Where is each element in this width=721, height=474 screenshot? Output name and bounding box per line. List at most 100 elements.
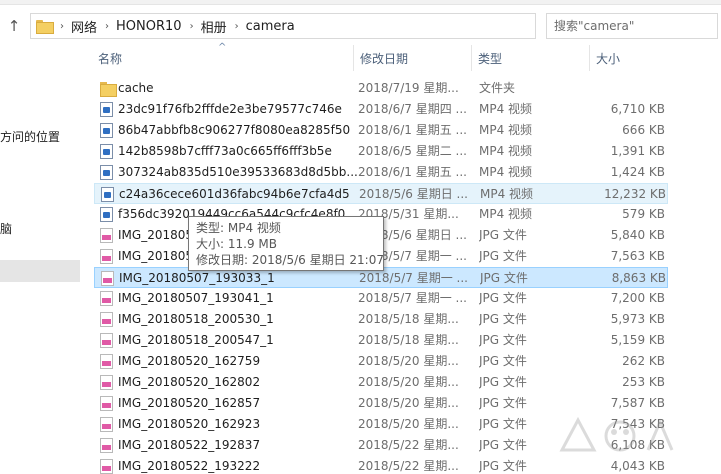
file-name: IMG_20180507_193041_1 [118, 291, 274, 305]
file-type: 文件夹 [479, 81, 516, 95]
file-date: 2018/5/22 星期... [358, 459, 459, 473]
file-name: c24a36cece601d36fabc94b6e7cfa4d5 [119, 187, 350, 201]
file-type: MP4 视频 [479, 207, 533, 221]
video-file-icon [101, 187, 114, 202]
chevron-right-icon[interactable]: › [235, 21, 239, 32]
file-type: MP4 视频 [480, 187, 534, 201]
search-input[interactable]: 搜索"camera" [546, 13, 718, 39]
file-type: JPG 文件 [479, 375, 527, 389]
file-name: cache [118, 81, 154, 95]
file-size: 5,159 KB [610, 333, 665, 347]
file-name: IMG_20180522_192837 [118, 438, 261, 452]
breadcrumb-network[interactable]: 网络 [71, 17, 97, 36]
file-type: MP4 视频 [479, 123, 533, 137]
file-row[interactable]: 86b47abbfb8c906277f8080ea8285f50 2018/6/1… [94, 120, 668, 141]
tooltip-date: 修改日期: 2018/5/6 星期日 21:07 [196, 253, 384, 267]
file-size: 7,587 KB [610, 396, 665, 410]
file-type: MP4 视频 [479, 144, 533, 158]
file-row[interactable]: IMG_20180520_162857 2018/5/20 星期... JPG 文件… [94, 393, 668, 414]
file-name: IMG_20180520_162857 [118, 396, 261, 410]
file-row[interactable]: 307324ab835d510e39533683d8d5bb... 2018/6/… [94, 162, 668, 183]
nav-item-selected[interactable] [0, 260, 80, 282]
video-file-icon [100, 144, 113, 159]
file-row[interactable]: 142b8598b7cfff73a0c665ff6fff3b5e 2018/6/5… [94, 141, 668, 162]
file-row[interactable]: IMG_20180518_200547_1 2018/5/18 星期... JPG … [94, 330, 668, 351]
breadcrumb-camera[interactable]: camera [246, 19, 295, 34]
address-bar[interactable]: › 网络 › HONOR10 › 相册 › camera [30, 13, 536, 39]
file-date: 2018/5/18 星期... [358, 333, 459, 347]
column-name[interactable]: 名称 [92, 45, 354, 71]
column-size[interactable]: 大小 [590, 45, 670, 71]
file-name: IMG_20180522_193222 [118, 459, 261, 473]
toolbar-remnant [0, 0, 721, 5]
file-type: MP4 视频 [479, 102, 533, 116]
file-row[interactable]: IMG_20180518_200530_1 2018/5/18 星期... JPG … [94, 309, 668, 330]
file-date: 2018/5/20 星期... [358, 417, 459, 431]
nav-item-recent-places[interactable]: 方问的位置 [0, 128, 60, 145]
file-type: JPG 文件 [479, 459, 527, 473]
file-row[interactable]: IMG_20180507_193041_1 2018/5/7 星期一 ... JPG… [94, 288, 668, 309]
tooltip-type: 类型: MP4 视频 [196, 221, 281, 235]
navigation-pane: 方问的位置 脑 [0, 45, 80, 474]
file-size: 1,391 KB [610, 144, 665, 158]
scroll-area[interactable] [705, 71, 721, 474]
file-date: 2018/5/18 星期... [358, 312, 459, 326]
file-date: 2018/5/6 星期日 ... [359, 187, 468, 201]
file-date: 2018/5/20 星期... [358, 396, 459, 410]
file-size: 8,863 KB [611, 271, 666, 285]
file-size: 666 KB [622, 123, 665, 137]
chevron-right-icon[interactable]: › [190, 21, 194, 32]
chevron-right-icon[interactable]: › [105, 21, 109, 32]
address-row: ↑ › 网络 › HONOR10 › 相册 › camera 搜索"camera… [0, 7, 721, 45]
file-date: 2018/5/7 星期一 ... [358, 291, 467, 305]
file-type: MP4 视频 [479, 165, 533, 179]
file-size: 6,710 KB [610, 102, 665, 116]
file-row[interactable]: IMG_20180520_162923 2018/5/20 星期... JPG 文件… [94, 414, 668, 435]
breadcrumb-album[interactable]: 相册 [201, 17, 227, 36]
nav-item-computer[interactable]: 脑 [0, 220, 12, 237]
file-row[interactable]: IMG_20180520_162802 2018/5/20 星期... JPG 文件… [94, 372, 668, 393]
image-file-icon [100, 249, 113, 264]
file-date: 2018/5/20 星期... [358, 375, 459, 389]
file-date: 2018/6/7 星期四 ... [358, 102, 467, 116]
file-type: JPG 文件 [479, 312, 527, 326]
up-arrow-icon[interactable]: ↑ [4, 16, 24, 36]
file-size: 7,200 KB [610, 291, 665, 305]
image-file-icon [100, 438, 113, 453]
folder-icon [100, 81, 117, 97]
file-tooltip: 类型: MP4 视频 大小: 11.9 MB 修改日期: 2018/5/6 星期… [188, 216, 384, 271]
file-date: 2018/6/1 星期五 ... [358, 165, 467, 179]
image-file-icon [100, 228, 113, 243]
file-date: 2018/5/22 星期... [358, 438, 459, 452]
video-file-icon [100, 102, 113, 117]
breadcrumb-device[interactable]: HONOR10 [116, 19, 182, 34]
file-row[interactable]: cache 2018/7/19 星期... 文件夹 [94, 78, 668, 99]
file-name: 307324ab835d510e39533683d8d5bb... [118, 165, 358, 179]
image-file-icon [100, 417, 113, 432]
file-type: JPG 文件 [479, 291, 527, 305]
file-size: 6,108 KB [610, 438, 665, 452]
file-row[interactable]: IMG_20180522_193222 2018/5/22 星期... JPG 文件… [94, 456, 668, 474]
file-type: JPG 文件 [480, 271, 528, 285]
image-file-icon [100, 333, 113, 348]
file-type: JPG 文件 [479, 249, 527, 263]
file-date: 2018/6/5 星期二 ... [358, 144, 467, 158]
file-row[interactable]: c24a36cece601d36fabc94b6e7cfa4d5 2018/5/6… [94, 183, 668, 204]
chevron-right-icon[interactable]: › [60, 21, 64, 32]
column-date[interactable]: 修改日期 [354, 45, 472, 71]
file-name: IMG_20180518_200530_1 [118, 312, 274, 326]
file-type: JPG 文件 [479, 333, 527, 347]
file-row[interactable]: IMG_20180520_162759 2018/5/20 星期... JPG 文件… [94, 351, 668, 372]
image-file-icon [100, 312, 113, 327]
file-row[interactable]: IMG_20180522_192837 2018/5/22 星期... JPG 文件… [94, 435, 668, 456]
image-file-icon [100, 459, 113, 474]
file-row[interactable]: 23dc91f76fb2fffde2e3be79577c746e 2018/6/7… [94, 99, 668, 120]
image-file-icon [100, 291, 113, 306]
file-size [585, 78, 665, 99]
column-type[interactable]: 类型 [472, 45, 590, 71]
file-name: IMG_20180518_200547_1 [118, 333, 274, 347]
file-size: 5,840 KB [610, 228, 665, 242]
video-file-icon [100, 207, 113, 222]
image-file-icon [100, 396, 113, 411]
file-size: 5,973 KB [610, 312, 665, 326]
